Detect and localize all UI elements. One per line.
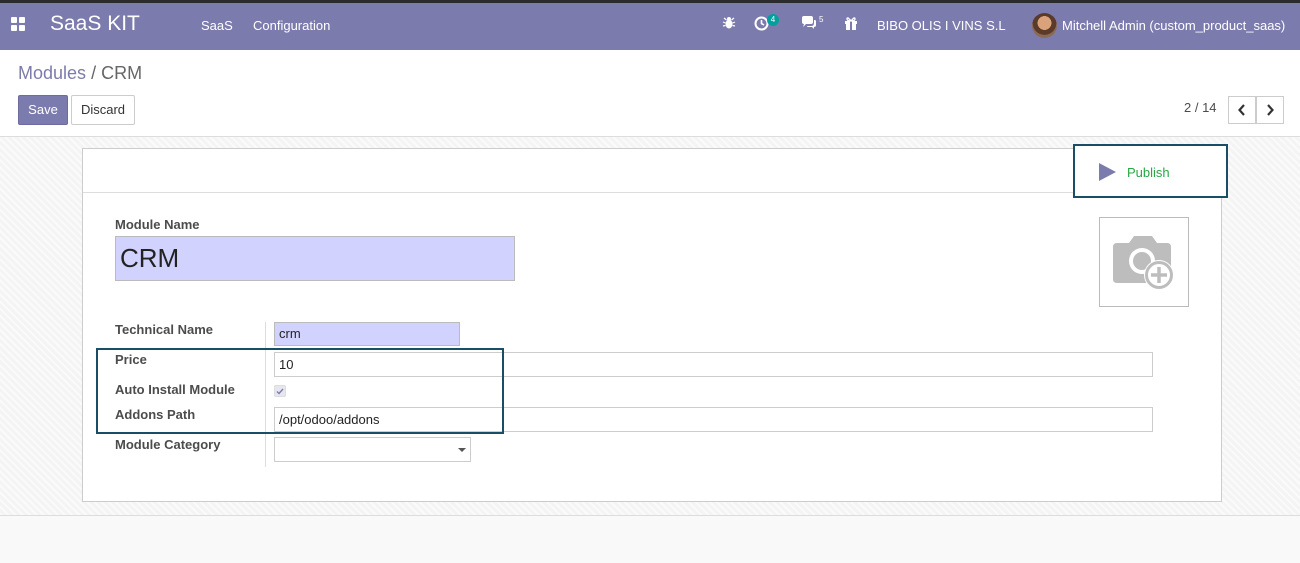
technical-name-label: Technical Name xyxy=(115,322,214,337)
save-button[interactable]: Save xyxy=(18,95,68,125)
page-bottom xyxy=(0,516,1300,563)
module-category-label: Module Category xyxy=(115,437,221,452)
top-navbar: SaaS KIT SaaS Configuration 4 5 BIBO OLI… xyxy=(0,0,1300,50)
message-count: 5 xyxy=(819,15,824,24)
check-icon xyxy=(276,388,284,395)
menu-configuration[interactable]: Configuration xyxy=(253,18,330,33)
gift-icon[interactable] xyxy=(844,16,858,33)
form-sheet xyxy=(82,148,1222,502)
breadcrumb-separator: / xyxy=(91,63,97,83)
user-menu[interactable]: Mitchell Admin (custom_product_saas) xyxy=(1062,18,1285,33)
activity-count-badge: 4 xyxy=(767,14,779,26)
discard-button[interactable]: Discard xyxy=(71,95,135,125)
chevron-right-icon xyxy=(1267,104,1274,116)
company-switcher[interactable]: BIBO OLIS I VINS S.L xyxy=(877,18,1006,33)
auto-install-checkbox[interactable] xyxy=(274,385,286,397)
button-box-divider xyxy=(83,192,1221,193)
comments-icon[interactable] xyxy=(801,16,817,33)
bug-icon[interactable] xyxy=(722,16,736,33)
breadcrumb: Modules / CRM xyxy=(18,63,142,84)
module-image-upload[interactable] xyxy=(1099,217,1189,307)
apps-grid-icon[interactable] xyxy=(11,17,25,31)
breadcrumb-modules-link[interactable]: Modules xyxy=(18,63,86,83)
publish-button[interactable]: Publish xyxy=(1073,144,1228,198)
addons-path-input[interactable]: /opt/odoo/addons xyxy=(274,407,1153,432)
module-name-label: Module Name xyxy=(115,217,200,232)
camera-plus-icon xyxy=(1113,236,1174,290)
auto-install-label: Auto Install Module xyxy=(115,382,235,397)
play-icon xyxy=(1099,163,1116,181)
technical-name-input[interactable]: crm xyxy=(274,322,460,346)
module-name-input[interactable]: CRM xyxy=(115,236,515,281)
pager-previous-button[interactable] xyxy=(1228,96,1256,124)
chevron-left-icon xyxy=(1238,104,1245,116)
publish-label: Publish xyxy=(1127,165,1170,180)
addons-path-label: Addons Path xyxy=(115,407,196,422)
app-brand[interactable]: SaaS KIT xyxy=(50,12,140,36)
field-group-divider xyxy=(265,322,266,467)
user-avatar[interactable] xyxy=(1032,13,1057,38)
pager-next-button[interactable] xyxy=(1256,96,1284,124)
price-input[interactable]: 10 xyxy=(274,352,1153,377)
menu-saas[interactable]: SaaS xyxy=(201,18,233,33)
control-panel: Modules / CRM Save Discard 2 / 14 xyxy=(0,50,1300,137)
caret-down-icon xyxy=(458,448,466,452)
pager-value[interactable]: 2 / 14 xyxy=(1184,100,1217,115)
module-category-select[interactable] xyxy=(274,437,471,462)
price-label: Price xyxy=(115,352,147,367)
breadcrumb-current: CRM xyxy=(101,63,143,83)
